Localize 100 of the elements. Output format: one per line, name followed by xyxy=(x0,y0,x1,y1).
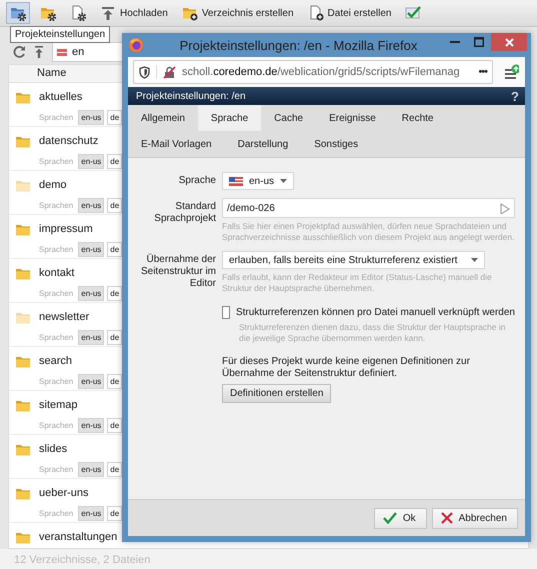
languages-label: Sprachen xyxy=(39,421,74,430)
language-button[interactable]: en-us xyxy=(78,154,104,169)
language-button[interactable]: en-us xyxy=(78,242,104,257)
folder-name[interactable]: impressum xyxy=(39,223,93,235)
languages-label: Sprachen xyxy=(39,157,74,166)
language-button[interactable]: en-us xyxy=(78,418,104,433)
language-button[interactable]: de xyxy=(107,198,122,213)
upload-icon xyxy=(34,45,44,59)
more-button[interactable]: ••• xyxy=(478,66,487,78)
minimize-icon xyxy=(450,41,460,43)
languages-label: Sprachen xyxy=(39,509,74,518)
ok-button[interactable]: Ok xyxy=(374,508,427,528)
cancel-button[interactable]: Abbrechen xyxy=(432,508,518,528)
pointer-icon xyxy=(500,202,510,214)
language-button[interactable]: en-us xyxy=(78,506,104,521)
path-input[interactable]: /demo-026 xyxy=(222,198,515,218)
field-label: Übernahme der Seitenstruktur im Editor xyxy=(140,252,216,291)
caret-icon xyxy=(280,179,288,183)
create-definitions-button[interactable]: Definitionen erstellen xyxy=(222,384,332,403)
maximize-icon xyxy=(474,37,484,47)
folder-name[interactable]: newsletter xyxy=(39,311,90,323)
close-button[interactable] xyxy=(491,33,527,51)
folder-name[interactable]: search xyxy=(39,355,72,367)
checkmark-icon xyxy=(405,5,422,21)
upload-icon xyxy=(100,5,116,21)
language-button[interactable]: de xyxy=(107,330,122,345)
address-bar[interactable]: scholl.coredemo.de/weblication/grid5/scripts/wFilemanag ••• xyxy=(133,60,493,84)
create-folder-button[interactable]: Verzeichnis erstellen xyxy=(178,2,298,24)
file-gear-icon xyxy=(70,5,86,21)
url-text: scholl.coredemo.de/weblication/grid5/scripts/wFilemanag xyxy=(182,66,460,78)
language-button[interactable]: de xyxy=(107,110,122,125)
info-text: Für dieses Projekt wurde keine eigenen Definitionen zur Übernahme der Seitenstruktur definiert. xyxy=(222,356,471,380)
language-button[interactable]: de xyxy=(107,242,122,257)
languages-label: Sprachen xyxy=(39,333,74,342)
languages-label: Sprachen xyxy=(39,377,74,386)
languages-label: Sprachen xyxy=(39,289,74,298)
select-value: erlauben, falls bereits eine Strukturreferenz existiert xyxy=(229,254,458,266)
language-button[interactable]: en-us xyxy=(78,198,104,213)
folder-name[interactable]: ueber-uns xyxy=(39,487,89,499)
file-plus-icon xyxy=(308,5,324,21)
tooltip: Projekteinstellungen xyxy=(10,26,110,43)
folder-name[interactable]: kontakt xyxy=(39,267,74,279)
checkbox[interactable] xyxy=(222,306,230,319)
languages-label: Sprachen xyxy=(39,201,74,210)
flag-icon xyxy=(57,48,67,56)
language-button[interactable]: de xyxy=(107,462,122,477)
folder-name[interactable]: aktuelles xyxy=(39,91,82,103)
checkmark-icon xyxy=(382,512,397,524)
dialog-title: Projekteinstellungen: /en xyxy=(136,90,246,102)
language-button[interactable]: en-us xyxy=(78,462,104,477)
languages-label: Sprachen xyxy=(39,465,74,474)
language-button[interactable]: de xyxy=(107,506,122,521)
language-button[interactable]: de xyxy=(107,374,122,389)
checkbox-label: Strukturreferenzen können pro Datei manuell verknüpft werden xyxy=(236,307,515,318)
hint-text: Falls Sie hier einen Projektpfad auswählen, dürfen neue Sprachdateien und Sprachverzeichnisse ausschließlich von diesem Projekt aus angelegt werden. xyxy=(222,221,515,243)
tab[interactable]: Sonstiges xyxy=(301,131,372,157)
folder-name[interactable]: demo xyxy=(39,179,67,191)
language-button[interactable]: en-us xyxy=(78,374,104,389)
hint-text: Strukturreferenzen dienen dazu, dass die Struktur der Hauptsprache in die jeweilige Sprache übernommen werden kann. xyxy=(239,322,506,344)
language-button[interactable]: de xyxy=(107,286,122,301)
project-settings-button[interactable] xyxy=(6,2,30,24)
shield-icon xyxy=(139,66,150,78)
folder-name[interactable]: datenschutz xyxy=(39,135,98,147)
upload-button[interactable]: Hochladen xyxy=(96,2,172,24)
folder-name[interactable]: slides xyxy=(39,443,68,455)
close-icon xyxy=(440,512,453,524)
language-select[interactable]: en-us xyxy=(222,172,294,190)
language-button[interactable]: en-us xyxy=(78,286,104,301)
tab[interactable]: Rechte xyxy=(388,105,446,131)
language-button[interactable]: de xyxy=(107,154,122,169)
language-button[interactable]: en-us xyxy=(78,330,104,345)
structure-select[interactable]: erlauben, falls bereits eine Strukturreferenz existiert xyxy=(222,251,486,269)
languages-label: Sprachen xyxy=(39,113,74,122)
select-value: en-us xyxy=(249,176,274,186)
close-icon xyxy=(504,38,514,46)
folder-plus-icon xyxy=(182,5,198,21)
tab[interactable]: Sprache xyxy=(198,105,262,131)
refresh-icon xyxy=(12,45,26,59)
window-title: Projekteinstellungen: /en - Mozilla Firefox xyxy=(178,38,418,52)
hint-text: Falls erlaubt, kann der Redakteur im Editor (Status-Lasche) manuell die Struktur der Hauptsprache übernehmen. xyxy=(222,272,493,294)
folder-name[interactable]: sitemap xyxy=(39,399,78,411)
languages-label: Sprachen xyxy=(39,245,74,254)
language-button[interactable]: en-us xyxy=(78,110,104,125)
help-button[interactable]: ? xyxy=(511,88,519,104)
caret-icon xyxy=(471,258,478,262)
browser-logo-icon xyxy=(128,37,144,53)
insecure-lock-icon xyxy=(163,66,176,78)
folder-gear-icon xyxy=(40,5,56,21)
language-button[interactable]: de xyxy=(107,418,122,433)
tab[interactable]: Allgemein xyxy=(128,105,198,131)
folder-name[interactable]: veranstaltungen xyxy=(39,531,118,543)
field-label: Standard Sprachprojekt xyxy=(153,200,216,226)
menu-update-icon xyxy=(503,64,519,80)
tab[interactable]: E-Mail Vorlagen xyxy=(128,131,225,157)
tab[interactable]: Cache xyxy=(261,105,316,131)
create-file-button[interactable]: Datei erstellen xyxy=(304,2,396,24)
tab[interactable]: Ereignisse xyxy=(316,105,389,131)
folder-gear-icon xyxy=(10,5,26,21)
field-label: Sprache xyxy=(178,174,216,188)
tab[interactable]: Darstellung xyxy=(224,131,302,157)
